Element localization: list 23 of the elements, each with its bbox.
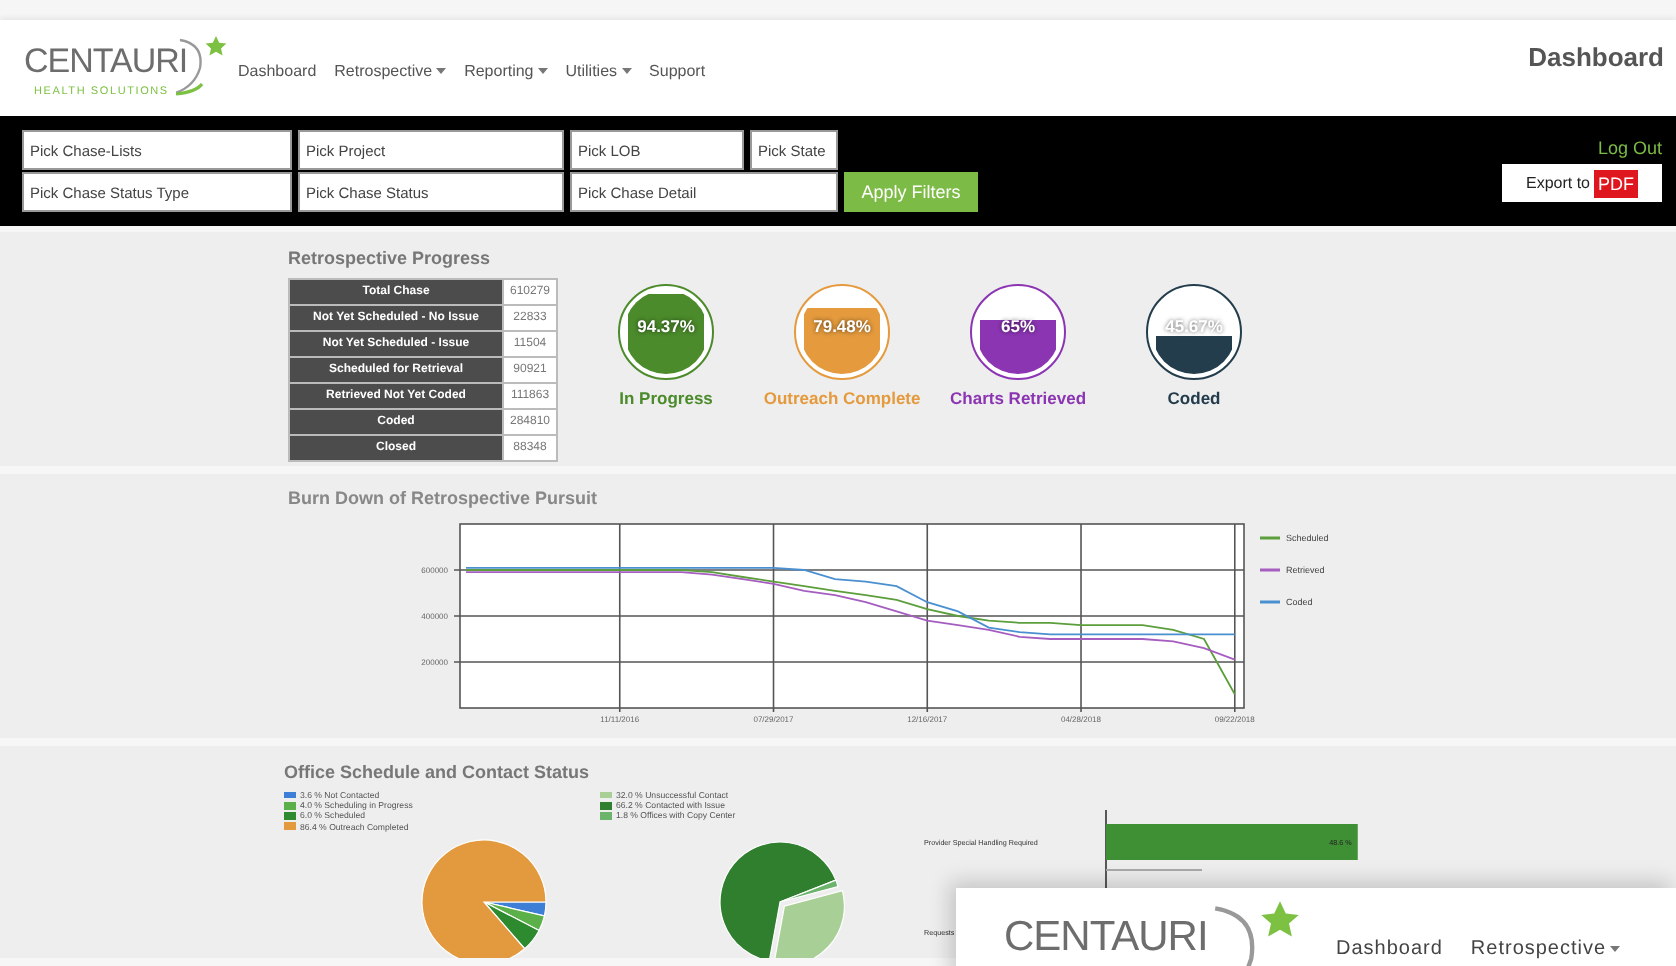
page-title: Dashboard [1528,41,1664,71]
logo-text: CENTAURI [1004,914,1208,962]
section-title: Burn Down of Retrospective Pursuit [288,488,600,508]
nav-link[interactable]: Retrospective [1470,938,1621,962]
log-out-link[interactable]: Log Out [1597,138,1662,158]
logo-text: CENTAURI [24,42,188,80]
gauge-label: Charts Retrieved [950,388,1087,408]
nav-link[interactable]: Support [649,61,706,79]
gauge-reading: 79.48% [811,316,873,336]
nav-link[interactable]: Dashboard [1336,938,1443,962]
section-title: Office Schedule and Contact Status [284,762,592,786]
nav-link[interactable]: Dashboard [238,61,317,79]
gauge-reading: 65% [999,316,1038,336]
section-title: Retrospective Progress [288,248,493,268]
gauge-reading: 94.37% [635,316,697,336]
gauge-label: Coded [1167,388,1221,408]
nav-link[interactable]: Utilities [565,61,632,79]
gauge-reading: 45.67% [1162,316,1226,336]
gauge-label: In Progress [619,388,713,408]
gauge-label: Outreach Complete [763,388,921,408]
export-button[interactable]: Export to PDF [1502,164,1662,202]
nav-link[interactable]: Retrospective [334,61,447,79]
nav-link[interactable]: Reporting [464,61,548,79]
